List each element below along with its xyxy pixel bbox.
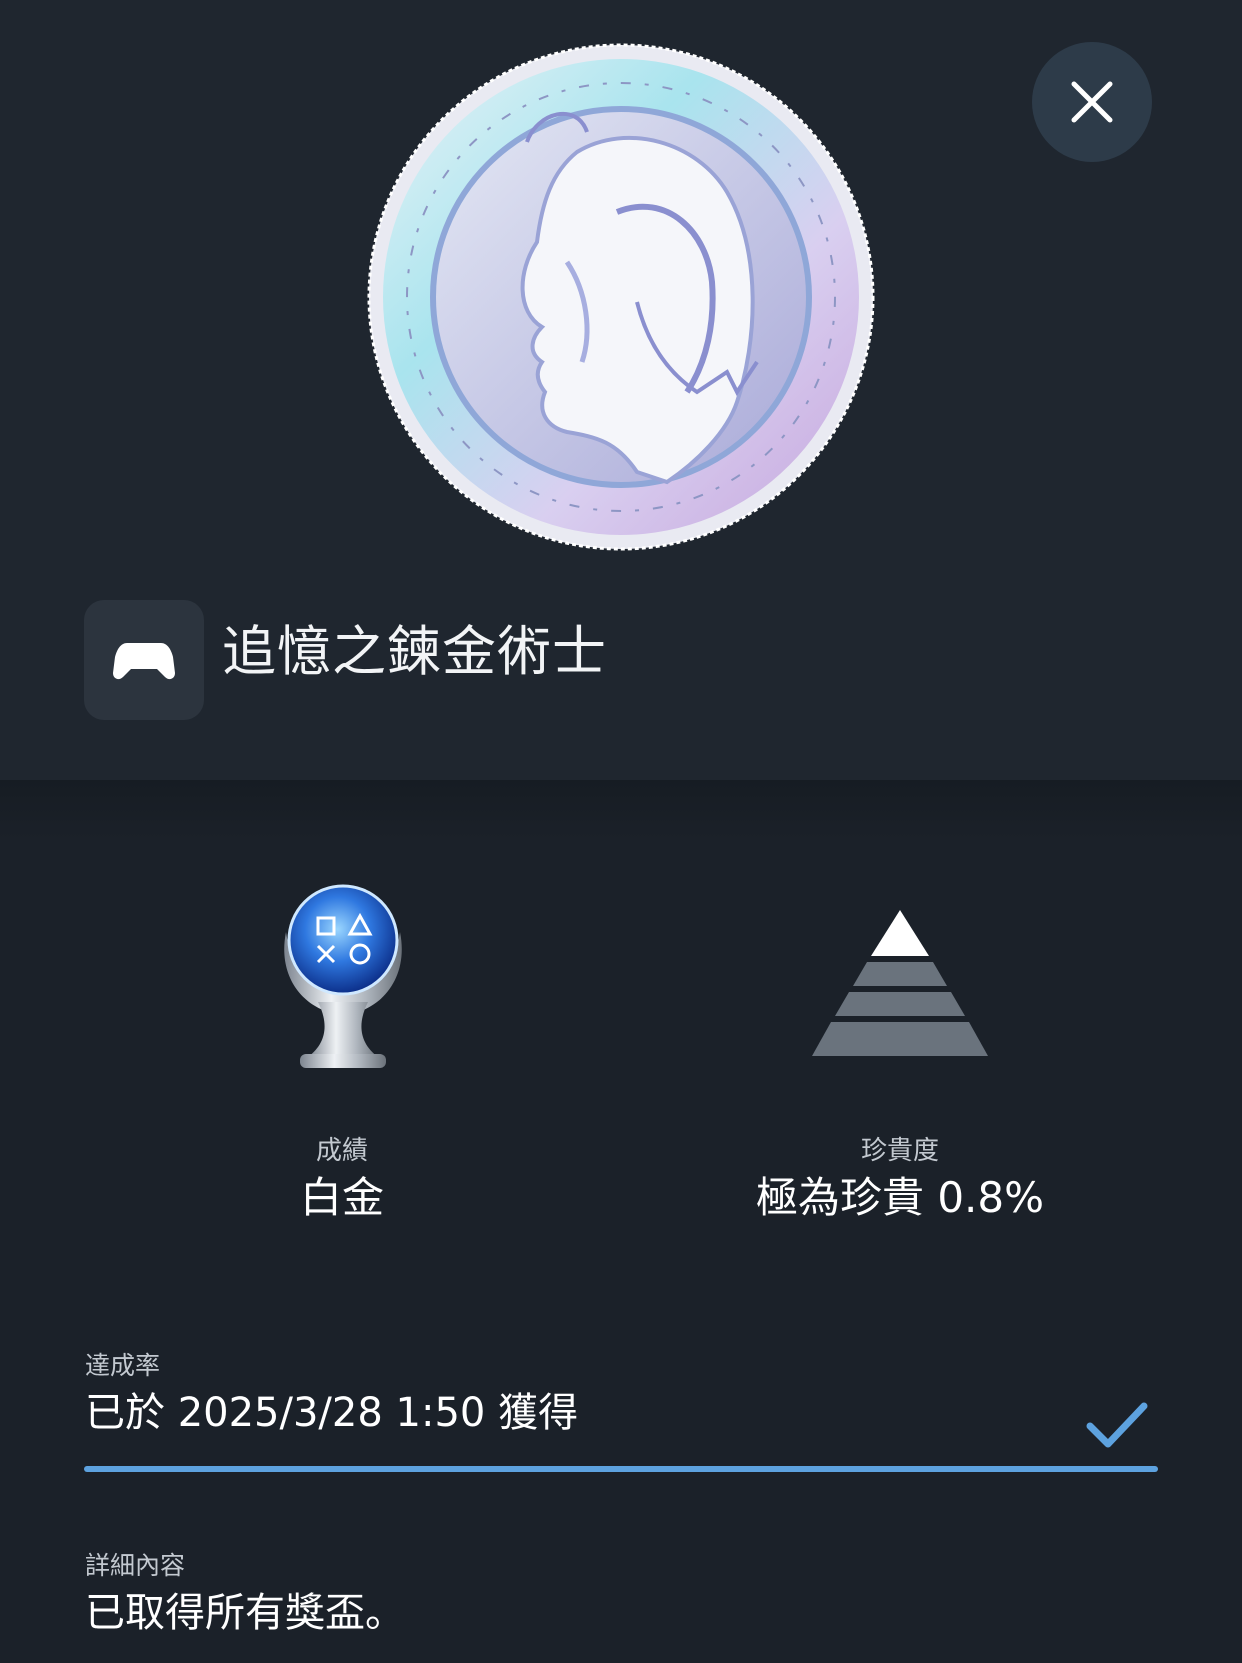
gamepad-icon <box>113 643 175 680</box>
platinum-trophy-icon <box>284 884 402 1068</box>
rarity-value: 極為珍貴 0.8% <box>755 1173 1045 1222</box>
achievement-label: 達成率 <box>85 1351 161 1380</box>
achievement-progress-bar <box>84 1466 1158 1472</box>
game-title: 追憶之鍊金術士 <box>222 620 607 683</box>
grade-value: 白金 <box>299 1173 384 1222</box>
grade-label: 成績 <box>315 1136 368 1166</box>
trophy-medal-image <box>367 43 875 551</box>
achievement-date: 已於 2025/3/28 1:50 獲得 <box>85 1390 579 1436</box>
game-icon-button[interactable] <box>84 600 204 720</box>
check-icon <box>1086 1402 1148 1448</box>
close-icon <box>1071 81 1113 123</box>
details-label: 詳細內容 <box>85 1551 186 1580</box>
details-text: 已取得所有獎盃。 <box>85 1590 405 1636</box>
close-button[interactable] <box>1032 42 1152 162</box>
rarity-label: 珍貴度 <box>860 1136 939 1166</box>
rarity-pyramid-icon <box>812 910 988 1056</box>
